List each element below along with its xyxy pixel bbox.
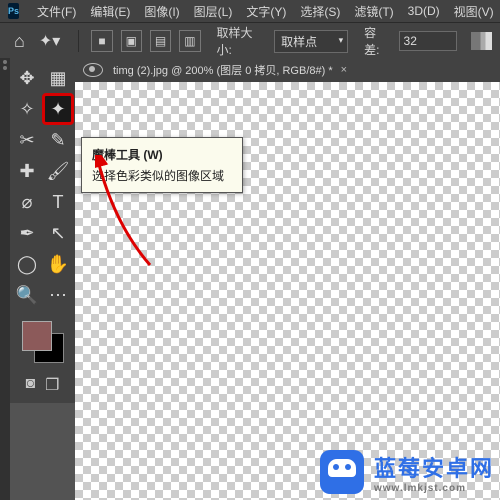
options-bar: ⌂ ✦▾ ■ ▣ ▤ ▥ 取样大小: 取样点 ▾ 容差: 32	[0, 23, 500, 60]
sample-size-label: 取样大小:	[217, 24, 267, 58]
tolerance-input[interactable]: 32	[399, 31, 457, 51]
clone-tool[interactable]: ⌀	[13, 188, 41, 216]
menu-3d[interactable]: 3D(D)	[408, 4, 440, 18]
menu-edit[interactable]: 编辑(E)	[90, 3, 130, 20]
left-dock	[0, 58, 10, 500]
color-swatches[interactable]	[20, 319, 66, 365]
watermark-text: 蓝莓安卓网 www.lmkjst.com	[374, 451, 494, 494]
menu-view[interactable]: 视图(V)	[454, 3, 494, 20]
eyedropper-tool[interactable]: ✎	[44, 126, 72, 154]
tooltip-description: 选择色彩类似的图像区域	[92, 167, 232, 184]
menu-bar: Ps 文件(F) 编辑(E) 图像(I) 图层(L) 文字(Y) 选择(S) 滤…	[0, 0, 500, 23]
menu-select[interactable]: 选择(S)	[300, 3, 340, 20]
document-tab-bar: timg (2).jpg @ 200% (图层 0 拷贝, RGB/8#) * …	[75, 58, 500, 83]
magic-wand-tool[interactable]: ✦	[44, 95, 72, 123]
sample-size-value: 取样点	[281, 35, 317, 49]
menu-filter[interactable]: 滤镜(T)	[354, 3, 393, 20]
dock-handle-icon[interactable]	[1, 60, 9, 74]
android-robot-icon	[320, 450, 364, 494]
watermark-brand-cn: 蓝莓安卓网	[374, 451, 494, 483]
add-selection-icon[interactable]: ▣	[121, 30, 142, 52]
home-icon[interactable]: ⌂	[14, 31, 25, 52]
watermark: 蓝莓安卓网 www.lmkjst.com	[320, 450, 494, 494]
zoom-tool[interactable]: 🔍	[13, 281, 41, 309]
brush-tool[interactable]: 🖌	[44, 157, 72, 185]
menu-file[interactable]: 文件(F)	[37, 3, 76, 20]
new-selection-icon[interactable]: ■	[91, 30, 112, 52]
document-tab-title[interactable]: timg (2).jpg @ 200% (图层 0 拷贝, RGB/8#) *	[113, 62, 333, 78]
options-tool[interactable]: ⋯	[44, 281, 72, 309]
app-logo: Ps	[8, 3, 19, 19]
artboard-tool[interactable]: ▦	[44, 64, 72, 92]
shape-tool[interactable]: ◯	[13, 250, 41, 278]
histogram-icon[interactable]	[471, 32, 492, 50]
screen-mode-icon[interactable]: ❐	[45, 375, 59, 395]
visibility-icon[interactable]	[83, 63, 103, 77]
menu-image[interactable]: 图像(I)	[144, 3, 179, 20]
current-tool-icon[interactable]: ✦▾	[39, 31, 60, 51]
foreground-color-swatch[interactable]	[22, 321, 52, 351]
move-tool[interactable]: ✥	[13, 64, 41, 92]
tooltip-title: 魔棒工具 (W)	[92, 146, 232, 163]
close-tab-icon[interactable]: ×	[341, 64, 347, 76]
crop-tool[interactable]: ✂	[13, 126, 41, 154]
toolbox: ✥▦✧✦✂✎✚🖌⌀T✒↖◯✋🔍⋯ ◙ ❐	[10, 58, 75, 403]
pen-tool[interactable]: ✒	[13, 219, 41, 247]
intersect-selection-icon[interactable]: ▥	[179, 30, 200, 52]
divider	[78, 30, 79, 52]
type-tool[interactable]: T	[44, 188, 72, 216]
path-select-tool[interactable]: ↖	[44, 219, 72, 247]
tool-tooltip: 魔棒工具 (W) 选择色彩类似的图像区域	[81, 137, 243, 193]
chevron-down-icon: ▾	[339, 35, 344, 46]
menu-type[interactable]: 文字(Y)	[246, 3, 286, 20]
sample-size-dropdown[interactable]: 取样点 ▾	[274, 30, 348, 53]
menu-layer[interactable]: 图层(L)	[194, 3, 233, 20]
subtract-selection-icon[interactable]: ▤	[150, 30, 171, 52]
quick-mask-icon[interactable]: ◙	[25, 375, 35, 395]
hand-tool[interactable]: ✋	[44, 250, 72, 278]
healing-brush-tool[interactable]: ✚	[13, 157, 41, 185]
watermark-brand-url: www.lmkjst.com	[374, 483, 494, 494]
tolerance-label: 容差:	[364, 24, 390, 58]
lasso-tool[interactable]: ✧	[13, 95, 41, 123]
